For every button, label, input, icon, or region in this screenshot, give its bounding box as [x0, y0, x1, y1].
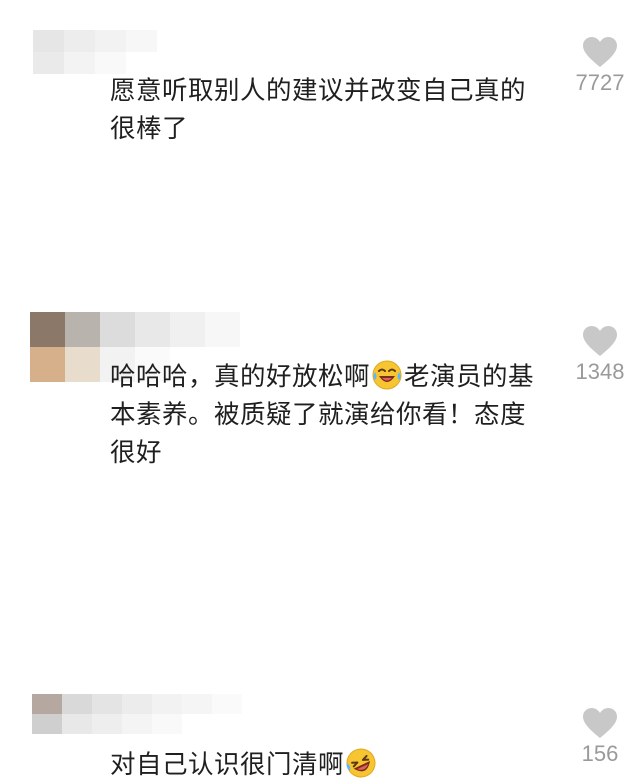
like-button[interactable]: 7727: [560, 36, 640, 96]
rolling-laughing-emoji: [346, 748, 376, 778]
comment-text: 愿意听取别人的建议并改变自己真的很棒了: [110, 76, 527, 144]
comment-item: 哈哈哈，真的好放松啊 老演员的基本素养。被质疑了就演给你看！态度很好 1348: [0, 152, 640, 468]
heart-icon: [583, 37, 617, 67]
like-count: 156: [581, 741, 619, 766]
like-button[interactable]: 156: [560, 707, 640, 767]
blurred-avatar[interactable]: [33, 30, 157, 74]
like-count: 7727: [575, 70, 625, 95]
comment-item: 对自己认识很门清啊 156: [0, 342, 640, 780]
blurred-avatar[interactable]: [32, 694, 272, 734]
comment-item: 愿意听取别人的建议并改变自己真的很棒了 7727: [0, 0, 640, 152]
heart-icon: [583, 708, 617, 738]
comment-text: 对自己认识很门清啊: [110, 746, 550, 784]
